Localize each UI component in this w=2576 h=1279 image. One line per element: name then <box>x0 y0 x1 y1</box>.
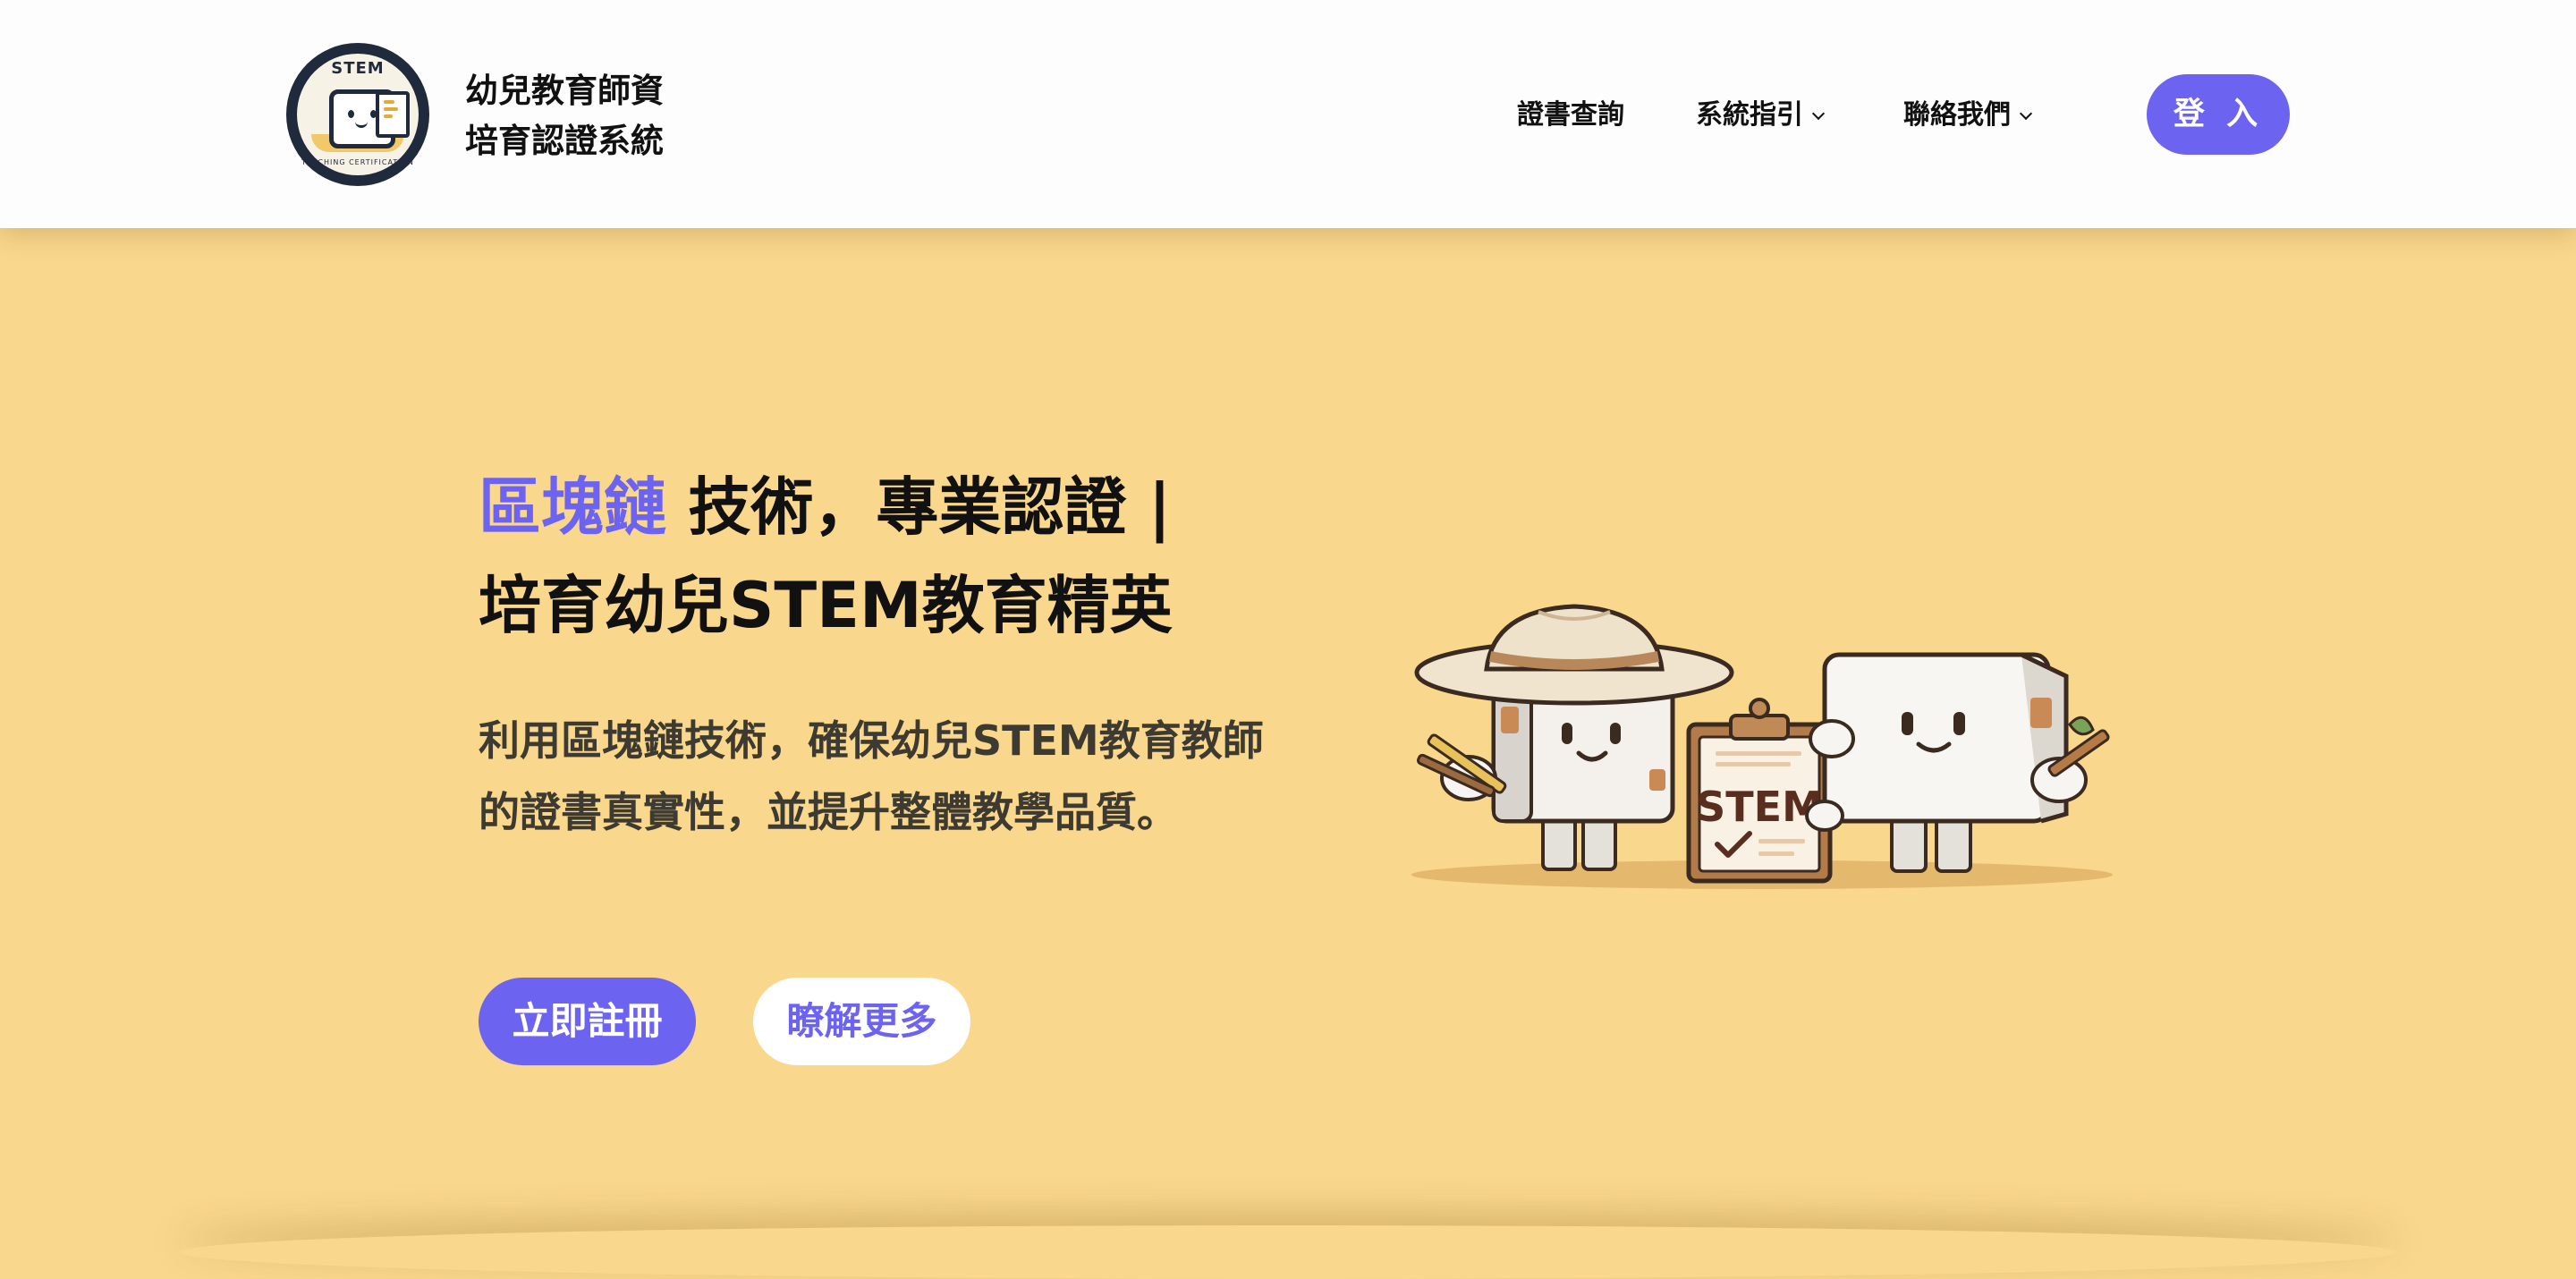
learn-more-button[interactable]: 瞭解更多 <box>753 978 970 1065</box>
hero-title-line2: 培育幼兒STEM教育精英 <box>479 569 1173 642</box>
nav-certificate-lookup[interactable]: 證書查詢 <box>1517 95 1624 136</box>
chevron-down-icon <box>2019 106 2033 121</box>
login-button[interactable]: 登 入 <box>2147 74 2290 155</box>
hero-description: 利用區塊鏈技術，確保幼兒STEM教育教師的證書真實性，並提升整體教學品質。 <box>479 716 1264 836</box>
register-button[interactable]: 立即註冊 <box>479 978 696 1065</box>
certificate-icon <box>376 91 410 138</box>
content-section-edge <box>179 1225 2397 1279</box>
illustration-sign-text: STEM <box>1696 783 1823 831</box>
site-title-line2: 培育認證系統 <box>465 122 664 160</box>
site-title[interactable]: 幼兒教育師資 培育認證系統 <box>465 66 664 166</box>
nav-system-guide-label: 系統指引 <box>1696 99 1803 131</box>
nav-contact-us-label: 聯絡我們 <box>1903 99 2011 131</box>
nav-contact-us[interactable]: 聯絡我們 <box>1903 95 2033 136</box>
site-logo[interactable]: STEM TEACHING CERTIFICATION <box>286 43 429 186</box>
logo-stem-text: STEM <box>331 59 385 78</box>
logo-arc-text: TEACHING CERTIFICATION <box>301 158 414 166</box>
hero-title-accent: 區塊鏈 <box>479 470 666 544</box>
site-header: STEM TEACHING CERTIFICATION 幼兒教育師資 培育認證系… <box>0 0 2576 228</box>
nav-system-guide[interactable]: 系統指引 <box>1696 95 1826 136</box>
robots-stem-illustration: STEM <box>1411 604 2113 889</box>
site-title-line1: 幼兒教育師資 <box>465 72 664 110</box>
hero-title-line1: 區塊鏈 技術，專業認證 | <box>479 458 1173 556</box>
nav-certificate-lookup-label: 證書查詢 <box>1517 99 1624 131</box>
logo-ring: STEM TEACHING CERTIFICATION <box>297 54 419 175</box>
hero-title-rest: 技術，專業認證 | <box>666 470 1172 544</box>
chevron-down-icon <box>1811 106 1826 121</box>
hero-title: 區塊鏈 技術，專業認證 | 培育幼兒STEM教育精英 <box>479 458 1173 655</box>
